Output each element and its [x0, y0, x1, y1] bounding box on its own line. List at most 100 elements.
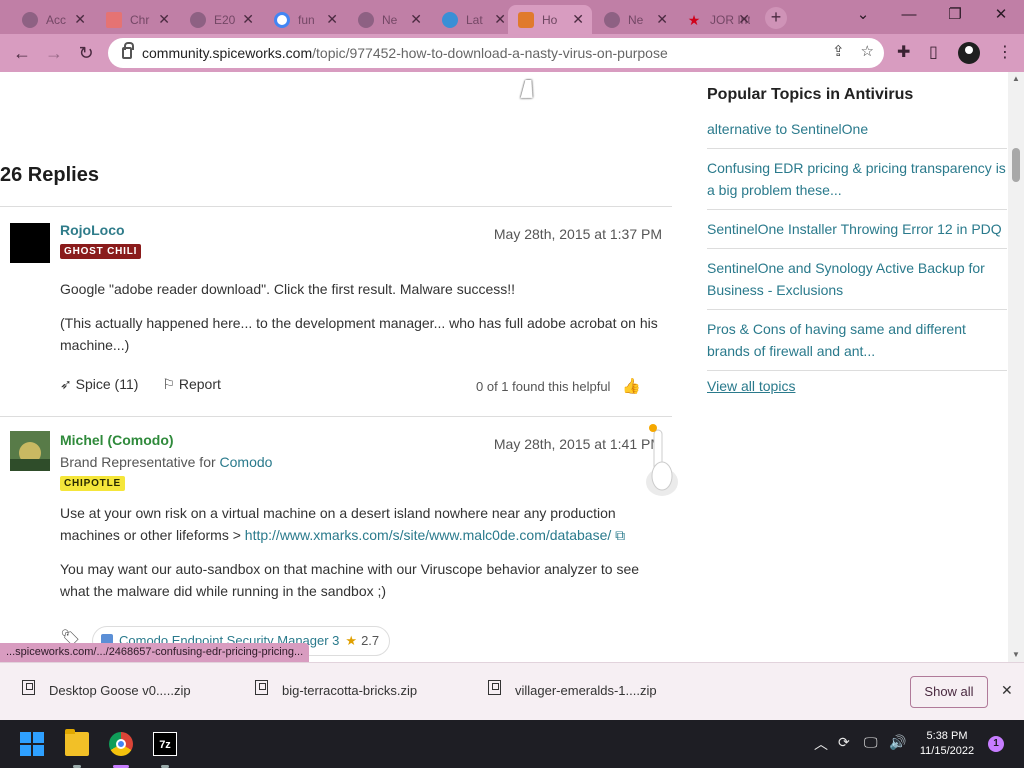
avatar[interactable]	[10, 431, 50, 471]
close-icon[interactable]: ✕	[74, 11, 86, 28]
tab-4[interactable]: fun ✕	[264, 5, 346, 34]
earth-icon	[442, 11, 458, 28]
post-username[interactable]: RojoLoco	[60, 222, 125, 238]
download-item[interactable]: villager-emeralds-1....zip	[488, 680, 657, 698]
7zip-icon[interactable]: 7z	[153, 732, 177, 756]
download-item[interactable]: Desktop Goose v0.....zip	[22, 680, 191, 698]
sync-icon[interactable]: ⟳	[838, 734, 850, 751]
tab-label: Acc	[46, 12, 67, 27]
tab-label: Ho	[542, 12, 558, 27]
scrollbar-thumb[interactable]	[1012, 148, 1020, 182]
tab-1[interactable]: Acc ✕	[12, 5, 94, 34]
page-scrollbar[interactable]: ▲ ▼	[1008, 72, 1024, 662]
thumbs-up-icon[interactable]: 👍	[622, 377, 641, 395]
close-window-button[interactable]: ✕	[978, 0, 1024, 30]
show-all-downloads-button[interactable]: Show all	[910, 676, 988, 708]
helpful-count: 0 of 1 found this helpful	[476, 379, 611, 394]
link-status-bubble: ...spiceworks.com/.../2468657-confusing-…	[0, 643, 310, 662]
zip-file-icon	[255, 680, 268, 695]
bookmark-star-icon[interactable]: ☆	[861, 42, 874, 60]
spice-button[interactable]: ➶ Spice (11)	[60, 376, 138, 393]
close-downloads-icon[interactable]: ✕	[1001, 682, 1013, 699]
rep-prefix: Brand Representative for	[60, 454, 216, 470]
volume-icon[interactable]: 🔊	[889, 734, 906, 751]
share-icon[interactable]: ⇪	[832, 42, 845, 60]
new-tab-button[interactable]: +	[765, 7, 787, 29]
spice-label: Spice (11)	[75, 376, 139, 392]
tab-7-active[interactable]: Ho ✕	[508, 5, 592, 34]
download-filename: Desktop Goose v0.....zip	[49, 683, 191, 698]
minimize-button[interactable]: —	[886, 0, 932, 30]
post-date[interactable]: May 28th, 2015 at 1:41 PM	[494, 436, 662, 452]
url-path: /topic/977452-how-to-download-a-nasty-vi…	[312, 45, 668, 61]
post-text: Google "adobe reader download". Click th…	[60, 281, 516, 297]
tray-overflow-chevron-icon[interactable]: ︿	[814, 734, 828, 754]
spice-pepper-icon: ➶	[60, 376, 76, 392]
sidebar-divider	[707, 370, 1007, 371]
file-explorer-icon[interactable]	[65, 729, 89, 756]
scroll-down-arrow-icon[interactable]: ▼	[1012, 650, 1020, 659]
tab-label: Ne	[382, 12, 398, 27]
network-icon[interactable]: 🖵	[864, 734, 878, 751]
windows-taskbar: 7z ︿ ⟳ 🖵 🔊 5:38 PM 11/15/2022 1	[0, 720, 1024, 768]
tab-9[interactable]: ★ JOR Int ✕	[676, 5, 758, 34]
sidebar-topic-link[interactable]: alternative to SentinelOne	[707, 118, 1007, 140]
side-panel-icon[interactable]: ▯	[929, 42, 938, 62]
report-button[interactable]: ⚐ Report	[162, 376, 220, 393]
product-rating: 2.7	[361, 633, 380, 648]
tab-6[interactable]: Lat ✕	[432, 5, 514, 34]
tab-search-button[interactable]: ⌄	[840, 0, 886, 30]
avatar[interactable]	[10, 223, 50, 263]
tab-8[interactable]: Ne ✕	[594, 5, 676, 34]
lock-icon	[122, 42, 134, 59]
system-clock[interactable]: 5:38 PM 11/15/2022	[912, 729, 982, 759]
external-link[interactable]: http://www.xmarks.com/s/site/www.malc0de…	[245, 527, 611, 543]
flag-icon: ⚐	[162, 376, 179, 392]
clock-date: 11/15/2022	[919, 745, 975, 757]
close-icon[interactable]: ✕	[738, 11, 750, 28]
tab-label: E20	[214, 12, 236, 27]
post-actions: ➶ Spice (11) ⚐ Report	[60, 376, 221, 393]
close-icon[interactable]: ✕	[158, 11, 170, 28]
menu-kebab-icon[interactable]: ⋮	[997, 42, 1013, 62]
chrome-icon[interactable]	[109, 732, 133, 756]
close-icon[interactable]: ✕	[572, 11, 584, 28]
post-text: Use at your own risk on a virtual machin…	[60, 502, 660, 546]
post-username[interactable]: Michel (Comodo)	[60, 432, 174, 448]
close-icon[interactable]: ✕	[410, 11, 422, 28]
reload-button[interactable]: ↻	[74, 41, 98, 65]
sidebar-divider	[707, 248, 1007, 249]
tab-5[interactable]: Ne ✕	[348, 5, 430, 34]
sidebar-topic-link[interactable]: Confusing EDR pricing & pricing transpar…	[707, 157, 1007, 201]
close-icon[interactable]: ✕	[326, 11, 338, 28]
tab-3[interactable]: E20 ✕	[180, 5, 262, 34]
sidebar-topic-link[interactable]: SentinelOne and Synology Active Backup f…	[707, 257, 1007, 301]
download-item[interactable]: big-terracotta-bricks.zip	[255, 680, 417, 698]
url-host: community.spiceworks.com	[142, 45, 313, 61]
tab-2[interactable]: Chr ✕	[96, 5, 178, 34]
address-bar[interactable]: community.spiceworks.com/topic/977452-ho…	[108, 38, 884, 68]
sidebar-title: Popular Topics in Antivirus	[707, 86, 914, 103]
globe-icon	[358, 11, 374, 28]
extensions-icon[interactable]: ✚	[897, 42, 910, 62]
sidebar-topic-link[interactable]: SentinelOne Installer Throwing Error 12 …	[707, 218, 1007, 240]
rep-company-link[interactable]: Comodo	[220, 454, 273, 470]
notification-badge[interactable]: 1	[988, 736, 1004, 752]
sidebar-topic-link[interactable]: Pros & Cons of having same and different…	[707, 318, 1007, 362]
back-button[interactable]: ←	[10, 41, 34, 65]
forward-button[interactable]: →	[42, 41, 66, 65]
downloads-bar: Desktop Goose v0.....zip big-terracotta-…	[0, 662, 1024, 720]
divider	[0, 206, 672, 207]
scroll-up-arrow-icon[interactable]: ▲	[1012, 74, 1020, 83]
sidebar-divider	[707, 209, 1007, 210]
tab-label: Chr	[130, 12, 150, 27]
post-date[interactable]: May 28th, 2015 at 1:37 PM	[494, 226, 662, 242]
close-icon[interactable]: ✕	[242, 11, 254, 28]
view-all-topics-link[interactable]: View all topics	[707, 378, 795, 394]
windows-start-icon[interactable]	[20, 732, 44, 756]
globe-icon	[190, 11, 206, 28]
profile-avatar[interactable]	[958, 42, 980, 64]
restore-button[interactable]: ❐	[932, 0, 978, 30]
close-icon[interactable]: ✕	[494, 11, 506, 28]
close-icon[interactable]: ✕	[656, 11, 668, 28]
